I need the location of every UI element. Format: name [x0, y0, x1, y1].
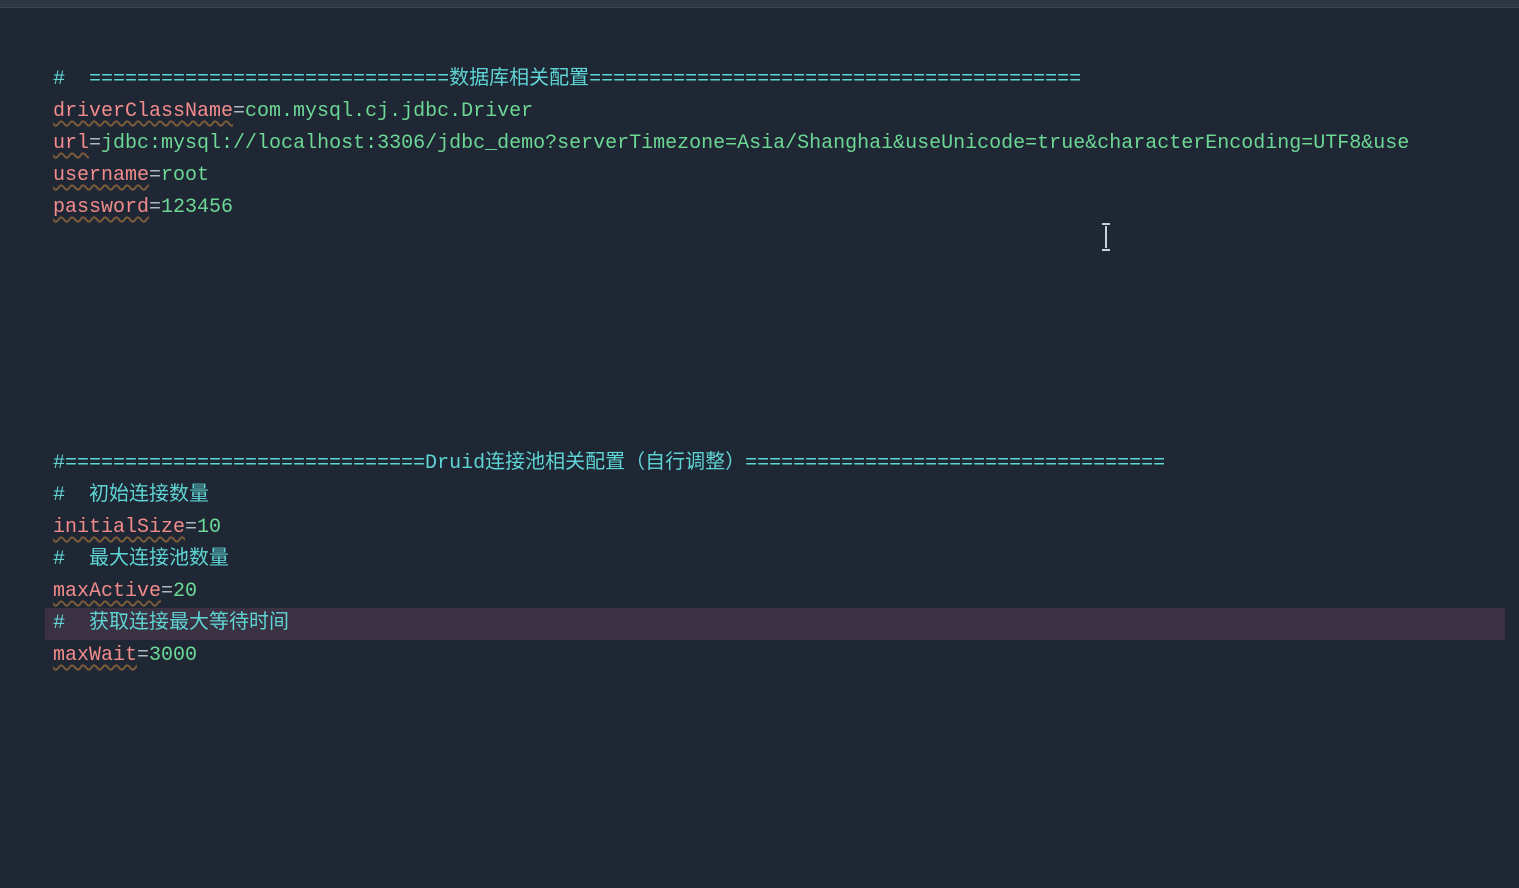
property-key: url [53, 132, 89, 155]
equals-sign: = [149, 196, 161, 219]
property-key: maxWait [53, 644, 137, 667]
code-line[interactable]: maxWait=3000 [45, 640, 1519, 672]
equals-sign: = [233, 100, 245, 123]
equals-sign: = [149, 164, 161, 187]
code-line[interactable]: # 获取连接最大等待时间 [45, 608, 1519, 640]
editor-container: # ==============================数据库相关配置=… [0, 8, 1519, 888]
code-line[interactable] [45, 256, 1519, 288]
code-line[interactable] [45, 288, 1519, 320]
property-key: username [53, 164, 149, 187]
property-value: 123456 [161, 196, 233, 219]
scrollbar-vertical[interactable] [1505, 8, 1519, 888]
code-line[interactable]: # ==============================数据库相关配置=… [45, 64, 1519, 96]
code-line[interactable]: maxActive=20 [45, 576, 1519, 608]
property-value: com.mysql.cj.jdbc.Driver [245, 100, 533, 123]
property-key: driverClassName [53, 100, 233, 123]
comment-text: # 初始连接数量 [53, 484, 209, 507]
comment-text: # 最大连接池数量 [53, 548, 229, 571]
code-line[interactable] [45, 320, 1519, 352]
property-value: jdbc:mysql://localhost:3306/jdbc_demo?se… [101, 132, 1409, 155]
code-line[interactable] [45, 352, 1519, 384]
property-value: 20 [173, 580, 197, 603]
comment-text: # 获取连接最大等待时间 [53, 612, 289, 635]
code-line[interactable] [45, 384, 1519, 416]
comment-text: #==============================Druid连接池相… [53, 452, 1165, 475]
equals-sign: = [185, 516, 197, 539]
gutter[interactable] [0, 8, 45, 888]
code-line[interactable]: username=root [45, 160, 1519, 192]
code-line[interactable]: url=jdbc:mysql://localhost:3306/jdbc_dem… [45, 128, 1519, 160]
property-key: password [53, 196, 149, 219]
code-line[interactable]: password=123456 [45, 192, 1519, 224]
code-line[interactable] [45, 224, 1519, 256]
equals-sign: = [137, 644, 149, 667]
code-line[interactable]: # 最大连接池数量 [45, 544, 1519, 576]
code-line[interactable] [45, 416, 1519, 448]
equals-sign: = [161, 580, 173, 603]
text-cursor-icon [1105, 226, 1107, 248]
code-area[interactable]: # ==============================数据库相关配置=… [45, 8, 1519, 888]
code-line[interactable]: # 初始连接数量 [45, 480, 1519, 512]
code-line[interactable]: initialSize=10 [45, 512, 1519, 544]
comment-text: # ==============================数据库相关配置=… [53, 68, 1081, 91]
property-value: 3000 [149, 644, 197, 667]
title-bar [0, 0, 1519, 8]
equals-sign: = [89, 132, 101, 155]
property-key: maxActive [53, 580, 161, 603]
code-line[interactable]: driverClassName=com.mysql.cj.jdbc.Driver [45, 96, 1519, 128]
property-key: initialSize [53, 516, 185, 539]
property-value: root [161, 164, 209, 187]
property-value: 10 [197, 516, 221, 539]
code-line[interactable]: #==============================Druid连接池相… [45, 448, 1519, 480]
